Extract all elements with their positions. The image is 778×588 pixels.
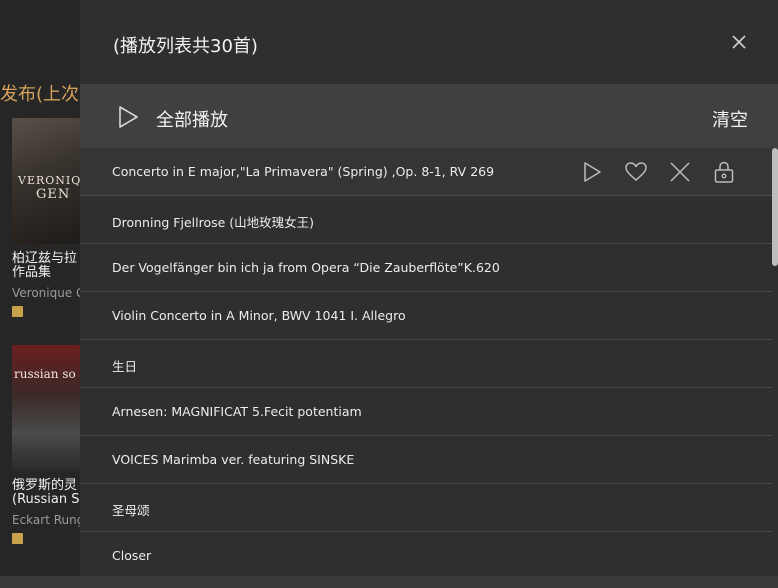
album-title[interactable]: 柏辽兹与拉 作品集 xyxy=(12,252,80,280)
cover-text: VERONIQUE GEN xyxy=(18,174,80,202)
track-title[interactable]: Arnesen: MAGNIFICAT 5.Fecit potentiam xyxy=(112,404,362,419)
track-title[interactable]: VOICES Marimba ver. featuring SINSKE xyxy=(112,452,354,467)
playlist-header: (播放列表共30首) xyxy=(80,0,778,84)
remove-icon[interactable] xyxy=(668,160,692,184)
heart-icon[interactable] xyxy=(624,160,648,184)
playlist-title: (播放列表共30首) xyxy=(113,36,258,57)
track-title[interactable]: Dronning Fjellrose (山地玫瑰女王) xyxy=(112,212,314,231)
album-artist[interactable]: Veronique G xyxy=(12,286,85,300)
track-row[interactable]: Closer xyxy=(80,532,772,576)
play-all-icon[interactable] xyxy=(117,105,139,129)
track-row[interactable]: 圣母颂 xyxy=(80,484,772,532)
track-list: Concerto in E major,"La Primavera" (Spri… xyxy=(80,148,772,576)
cover-text: russian so xyxy=(14,367,76,381)
hires-badge-icon xyxy=(12,306,23,317)
track-title[interactable]: Closer xyxy=(112,548,151,563)
playlist-toolbar: 全部播放 清空 xyxy=(80,84,778,148)
playlist-panel: (播放列表共30首) 全部播放 清空 Concerto in E major,"… xyxy=(80,0,778,576)
album-title[interactable]: 俄罗斯的灵 (Russian S xyxy=(12,479,80,507)
track-row[interactable]: Arnesen: MAGNIFICAT 5.Fecit potentiam xyxy=(80,388,772,436)
track-row[interactable]: Der Vogelfänger bin ich ja from Opera “D… xyxy=(80,244,772,292)
close-icon[interactable] xyxy=(730,33,748,51)
clear-button[interactable]: 清空 xyxy=(712,106,748,132)
play-all-button[interactable]: 全部播放 xyxy=(156,106,228,132)
track-row[interactable]: Concerto in E major,"La Primavera" (Spri… xyxy=(80,148,772,196)
bottom-bar xyxy=(0,576,778,588)
track-title[interactable]: 圣母颂 xyxy=(112,500,150,519)
album-cover[interactable]: VERONIQUE GEN xyxy=(12,118,80,244)
album-card[interactable]: VERONIQUE GEN 柏辽兹与拉 作品集 Veronique G xyxy=(12,118,85,317)
track-row[interactable]: 生日 xyxy=(80,340,772,388)
track-title[interactable]: Der Vogelfänger bin ich ja from Opera “D… xyxy=(112,260,500,275)
play-icon[interactable] xyxy=(580,160,604,184)
track-row[interactable]: Dronning Fjellrose (山地玫瑰女王) xyxy=(80,196,772,244)
album-card[interactable]: russian so 俄罗斯的灵 (Russian S Eckart Rung xyxy=(12,345,84,544)
track-row[interactable]: VOICES Marimba ver. featuring SINSKE xyxy=(80,436,772,484)
album-artist[interactable]: Eckart Rung xyxy=(12,513,84,527)
album-cover[interactable]: russian so xyxy=(12,345,80,471)
lock-icon[interactable] xyxy=(712,160,736,184)
hires-badge-icon xyxy=(12,533,23,544)
track-row[interactable]: Violin Concerto in A Minor, BWV 1041 I. … xyxy=(80,292,772,340)
playlist-scrollbar[interactable] xyxy=(772,148,778,266)
track-title[interactable]: Concerto in E major,"La Primavera" (Spri… xyxy=(112,164,494,179)
track-title[interactable]: 生日 xyxy=(112,356,137,375)
track-title[interactable]: Violin Concerto in A Minor, BWV 1041 I. … xyxy=(112,308,406,323)
